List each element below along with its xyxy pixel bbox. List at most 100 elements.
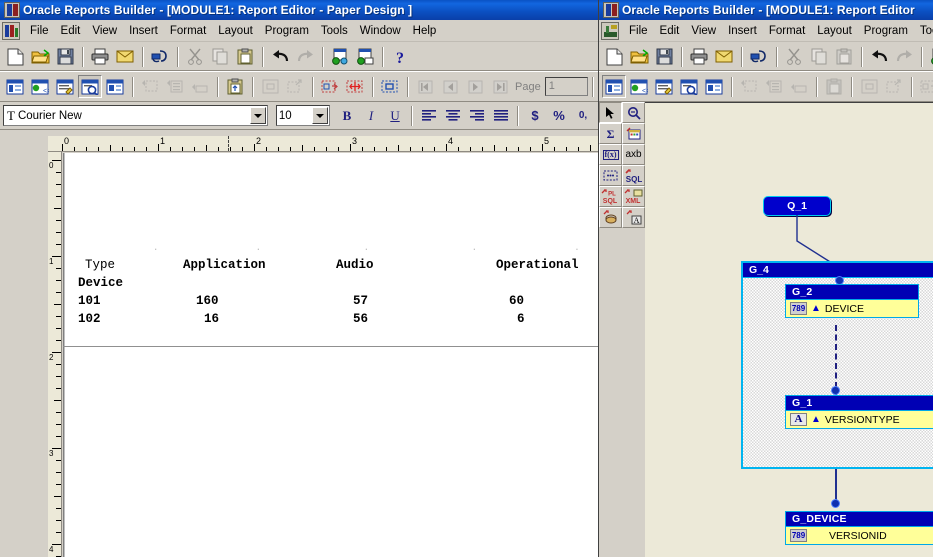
paste-icon[interactable] — [832, 45, 856, 68]
web-source-view-icon[interactable]: <> — [28, 75, 52, 98]
group-node-g2[interactable]: G_2 789 ▲ DEVICE — [785, 284, 919, 318]
paper-layout-view-icon[interactable] — [53, 75, 77, 98]
new-icon[interactable] — [602, 45, 626, 68]
oracle-reports-icon[interactable] — [2, 21, 20, 40]
insert-list-icon[interactable] — [163, 75, 187, 98]
menu-window[interactable]: Window — [354, 23, 407, 39]
menu-edit[interactable]: Edit — [654, 23, 686, 39]
print-icon[interactable] — [687, 45, 711, 68]
right-titlebar[interactable]: Oracle Reports Builder - [MODULE1: Repor… — [599, 0, 933, 20]
open-icon[interactable] — [28, 45, 52, 68]
align-center-icon[interactable] — [441, 104, 465, 127]
group-node-g1[interactable]: G_1 A ▲ VERSIONTYPE — [785, 395, 933, 429]
paste-layout-icon[interactable] — [223, 75, 247, 98]
paper-design-view-icon[interactable] — [78, 75, 102, 98]
ref-cursor-query-tool-icon[interactable] — [599, 207, 622, 228]
group-gdevice-anchor-dot[interactable] — [831, 499, 840, 508]
report-canvas[interactable]: . . . . . Type Application Audio Operati… — [63, 153, 598, 557]
select-parent-frame-icon[interactable] — [857, 75, 881, 98]
menu-view[interactable]: View — [86, 23, 123, 39]
data-model-canvas[interactable]: Q_1 G_4 G_2 789 ▲ DEVICE G_1 A ▲ VERSION… — [645, 102, 933, 557]
parameter-form-view-icon[interactable] — [702, 75, 726, 98]
save-icon[interactable] — [652, 45, 676, 68]
data-model-view-icon[interactable] — [3, 75, 27, 98]
open-icon[interactable] — [627, 45, 651, 68]
menu-format[interactable]: Format — [763, 23, 811, 39]
undo-icon[interactable] — [268, 45, 292, 68]
copy-icon[interactable] — [807, 45, 831, 68]
print-icon[interactable] — [88, 45, 112, 68]
query-tool-icon[interactable] — [622, 123, 645, 144]
run-paper-icon[interactable] — [747, 45, 771, 68]
menu-layout[interactable]: Layout — [212, 23, 259, 39]
align-left-icon[interactable] — [417, 104, 441, 127]
font-name-combo[interactable]: T Courier New — [3, 105, 268, 126]
next-page-icon[interactable] — [463, 75, 487, 98]
group-tool-icon[interactable] — [599, 165, 622, 186]
menu-program[interactable]: Program — [259, 23, 315, 39]
xml-query-tool-icon[interactable]: XML — [622, 186, 645, 207]
underline-button[interactable]: U — [383, 104, 407, 127]
redo-icon[interactable] — [892, 45, 916, 68]
menu-format[interactable]: Format — [164, 23, 212, 39]
last-page-icon[interactable] — [488, 75, 512, 98]
menu-tools[interactable]: Tools — [914, 23, 933, 39]
text-query-tool-icon[interactable]: A — [622, 207, 645, 228]
undo-icon[interactable] — [867, 45, 891, 68]
mail-icon[interactable] — [712, 45, 736, 68]
percent-format-button[interactable]: % — [547, 104, 571, 127]
parameter-form-view-icon[interactable] — [103, 75, 127, 98]
confine-mode-icon[interactable] — [343, 75, 367, 98]
align-justify-icon[interactable] — [489, 104, 513, 127]
magnify-tool-icon[interactable] — [622, 102, 645, 123]
insert-list-icon[interactable] — [762, 75, 786, 98]
insert-field-icon[interactable] — [138, 75, 162, 98]
select-parent-frame-icon[interactable] — [258, 75, 282, 98]
cut-icon[interactable] — [183, 45, 207, 68]
italic-button[interactable]: I — [359, 104, 383, 127]
menu-layout[interactable]: Layout — [811, 23, 858, 39]
menu-help[interactable]: Help — [407, 23, 443, 39]
previous-page-icon[interactable] — [438, 75, 462, 98]
select-tool-icon[interactable] — [599, 102, 622, 123]
menu-insert[interactable]: Insert — [123, 23, 164, 39]
expand-child-icon[interactable] — [283, 75, 307, 98]
summary-column-tool-icon[interactable]: Σ — [599, 123, 622, 144]
currency-format-button[interactable]: $ — [523, 104, 547, 127]
chevron-down-icon[interactable] — [249, 107, 266, 124]
align-right-icon[interactable] — [465, 104, 489, 127]
cut-icon[interactable] — [782, 45, 806, 68]
object-select-icon[interactable] — [378, 75, 402, 98]
group-g1-field-row[interactable]: A ▲ VERSIONTYPE — [786, 411, 933, 428]
insert-field-icon[interactable] — [737, 75, 761, 98]
insert-box-icon[interactable] — [188, 75, 212, 98]
data-model-icon[interactable] — [601, 21, 619, 40]
group-gdevice-field-row[interactable]: 789 VERSIONID — [786, 527, 933, 544]
cross-product-tool-icon[interactable]: axb — [622, 144, 645, 165]
menu-insert[interactable]: Insert — [722, 23, 763, 39]
menu-program[interactable]: Program — [858, 23, 914, 39]
group-g1-anchor-dot[interactable] — [831, 386, 840, 395]
save-icon[interactable] — [53, 45, 77, 68]
paste-icon[interactable] — [233, 45, 257, 68]
web-source-icon[interactable] — [927, 45, 933, 68]
font-size-combo[interactable]: 10 — [275, 105, 330, 126]
mail-icon[interactable] — [113, 45, 137, 68]
comma-format-button[interactable]: 0, — [571, 104, 595, 127]
left-titlebar[interactable]: Oracle Reports Builder - [MODULE1: Repor… — [0, 0, 598, 20]
menu-edit[interactable]: Edit — [55, 23, 87, 39]
chevron-down-icon[interactable] — [311, 107, 328, 124]
page-input[interactable]: 1 — [544, 77, 588, 96]
help-icon[interactable]: ? — [388, 45, 412, 68]
run-paper-icon[interactable] — [148, 45, 172, 68]
paper-design-view-icon[interactable] — [677, 75, 701, 98]
first-page-icon[interactable] — [413, 75, 437, 98]
redo-icon[interactable] — [293, 45, 317, 68]
expand-child-icon[interactable] — [882, 75, 906, 98]
group-node-gdevice[interactable]: G_DEVICE 789 VERSIONID — [785, 511, 933, 545]
menu-file[interactable]: File — [24, 23, 55, 39]
flex-mode-icon[interactable] — [318, 75, 342, 98]
copy-icon[interactable] — [208, 45, 232, 68]
bold-button[interactable]: B — [335, 104, 359, 127]
menu-view[interactable]: View — [685, 23, 722, 39]
